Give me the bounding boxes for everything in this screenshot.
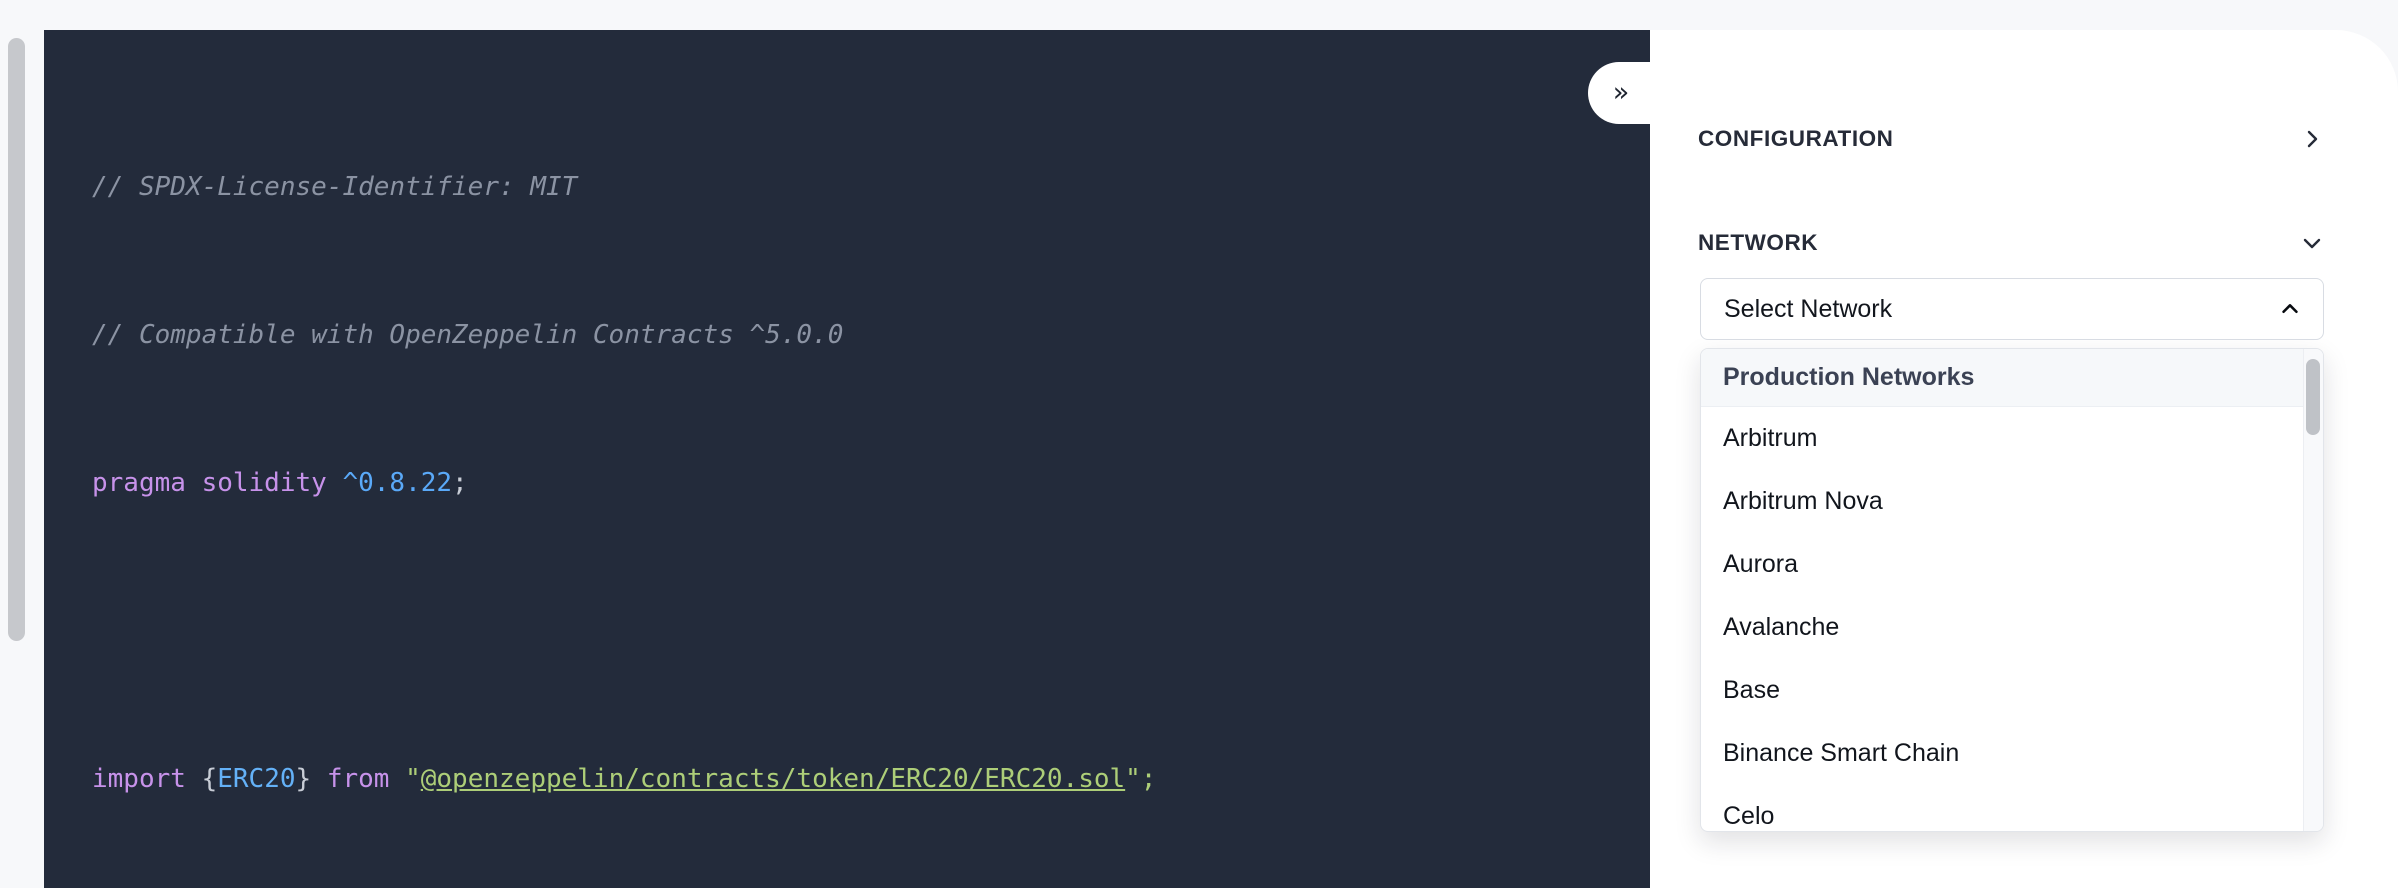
code-token-keyword: from bbox=[311, 764, 406, 794]
chevron-right-icon bbox=[2300, 127, 2324, 151]
chevron-up-icon bbox=[2279, 298, 2301, 320]
network-select-value: Select Network bbox=[1724, 294, 1893, 323]
code-token-comment: // Compatible with OpenZeppelin Contract… bbox=[92, 320, 844, 350]
code-token-quote-end: "; bbox=[1125, 764, 1157, 794]
section-title-configuration: CONFIGURATION bbox=[1698, 126, 1894, 151]
dropdown-option-arbitrum-nova[interactable]: Arbitrum Nova bbox=[1701, 470, 2305, 533]
code-token-keyword: import bbox=[92, 764, 202, 794]
dropdown-option-base[interactable]: Base bbox=[1701, 659, 2305, 722]
code-token-symbol: ERC20 bbox=[217, 764, 296, 794]
section-header-configuration[interactable]: CONFIGURATION bbox=[1698, 123, 2324, 155]
network-dropdown-listbox[interactable]: Production Networks Arbitrum Arbitrum No… bbox=[1700, 348, 2324, 832]
dropdown-option-aurora[interactable]: Aurora bbox=[1701, 533, 2305, 596]
code-token-comment: // SPDX-License-Identifier: MIT bbox=[92, 172, 578, 202]
code-token-punct: ; bbox=[452, 468, 468, 498]
code-line-4-blank bbox=[92, 613, 1391, 650]
chevron-down-icon bbox=[2300, 231, 2324, 255]
page-scrollbar-thumb[interactable] bbox=[8, 38, 25, 641]
section-header-network[interactable]: NETWORK bbox=[1698, 227, 2324, 259]
code-editor-pane[interactable]: // SPDX-License-Identifier: MIT // Compa… bbox=[44, 30, 1650, 888]
code-token-quote: " bbox=[405, 764, 421, 794]
network-dropdown-options: Production Networks Arbitrum Arbitrum No… bbox=[1701, 349, 2305, 831]
app-root: // SPDX-License-Identifier: MIT // Compa… bbox=[0, 0, 2398, 888]
code-line-1: // SPDX-License-Identifier: MIT bbox=[92, 169, 1391, 206]
dropdown-option-binance-smart-chain[interactable]: Binance Smart Chain bbox=[1701, 722, 2305, 785]
code-token-import-path[interactable]: @openzeppelin/contracts/token/ERC20/ERC2… bbox=[421, 764, 1125, 794]
network-select-trigger[interactable]: Select Network bbox=[1700, 278, 2324, 340]
code-token-brace: { bbox=[201, 764, 218, 794]
dropdown-group-header: Production Networks bbox=[1701, 349, 2305, 407]
page-scrollbar[interactable] bbox=[6, 30, 28, 888]
solidity-code-block: // SPDX-License-Identifier: MIT // Compa… bbox=[44, 30, 1391, 888]
collapse-panel-button[interactable]: » bbox=[1588, 62, 1650, 124]
dropdown-scrollbar[interactable] bbox=[2303, 349, 2323, 831]
code-line-3: pragma solidity ^0.8.22; bbox=[92, 465, 1391, 502]
dropdown-option-avalanche[interactable]: Avalanche bbox=[1701, 596, 2305, 659]
section-title-network: NETWORK bbox=[1698, 230, 1819, 255]
dropdown-scrollbar-thumb[interactable] bbox=[2306, 359, 2320, 435]
code-line-2: // Compatible with OpenZeppelin Contract… bbox=[92, 317, 1391, 354]
double-chevron-right-icon: » bbox=[1612, 76, 1630, 108]
code-token-keyword: pragma solidity bbox=[92, 468, 343, 498]
dropdown-option-arbitrum[interactable]: Arbitrum bbox=[1701, 407, 2305, 470]
code-token-version: ^0.8.22 bbox=[342, 468, 453, 498]
code-token-brace: } bbox=[295, 764, 312, 794]
code-line-5: import {ERC20} from "@openzeppelin/contr… bbox=[92, 761, 1391, 798]
dropdown-option-celo[interactable]: Celo bbox=[1701, 785, 2305, 831]
